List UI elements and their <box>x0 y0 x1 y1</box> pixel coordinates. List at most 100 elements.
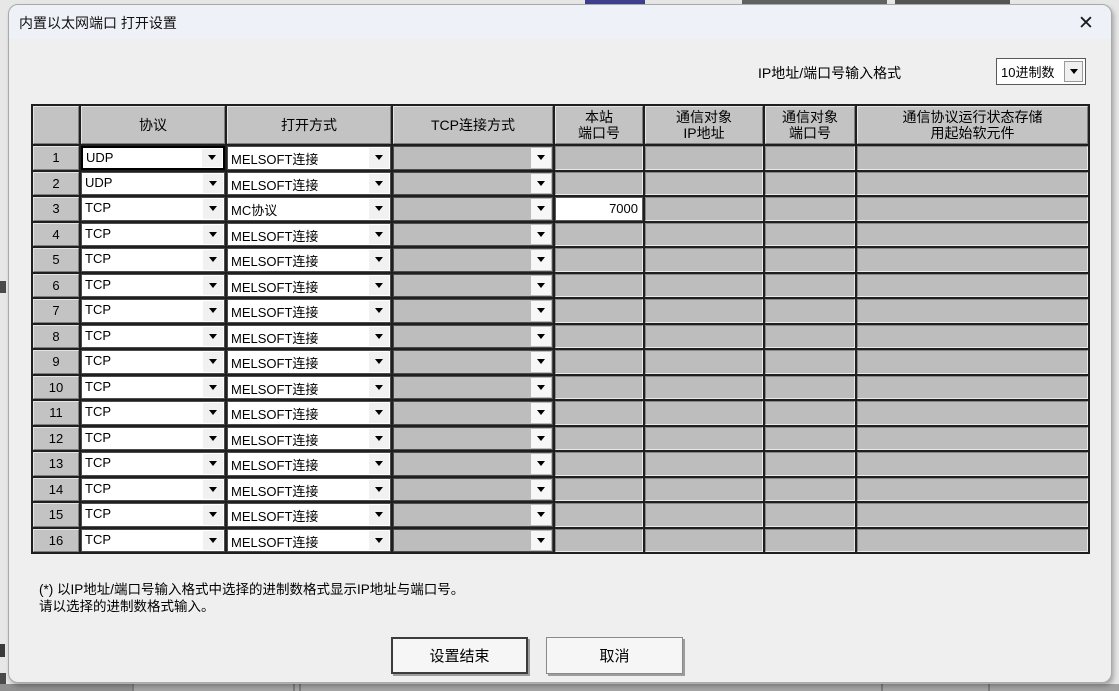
dropdown-arrow-icon <box>531 250 551 270</box>
tcp-mode-select-value <box>394 479 530 501</box>
row-number: 8 <box>33 324 79 348</box>
remote-ip-field <box>645 171 763 195</box>
close-icon[interactable]: ✕ <box>1073 10 1099 36</box>
open-method-select[interactable]: MELSOFT连接 <box>227 401 391 425</box>
remote-port-field <box>765 299 855 323</box>
protocol-select[interactable]: TCP <box>81 528 225 552</box>
header-local-port: 本站 端口号 <box>555 106 643 144</box>
ethernet-open-settings-dialog: 内置以太网端口 打开设置 ✕ IP地址/端口号输入格式 10进制数 协议 打开方… <box>8 4 1112 683</box>
row-number: 15 <box>33 503 79 527</box>
open-method-select[interactable]: MELSOFT连接 <box>227 375 391 399</box>
open-method-select[interactable]: MELSOFT连接 <box>227 324 391 348</box>
open-method-select[interactable]: MELSOFT连接 <box>227 503 391 527</box>
status-device-field <box>857 171 1088 195</box>
protocol-select[interactable]: TCP <box>81 299 225 323</box>
tcp-mode-select[interactable] <box>393 146 553 170</box>
dropdown-arrow-icon <box>203 199 223 219</box>
tcp-mode-select[interactable] <box>393 324 553 348</box>
arrow-glyph <box>209 537 217 543</box>
open-method-select[interactable]: MELSOFT连接 <box>227 477 391 501</box>
tcp-mode-select[interactable] <box>393 222 553 246</box>
local-port-field <box>555 222 643 246</box>
protocol-select[interactable]: TCP <box>81 222 225 246</box>
protocol-select[interactable]: UDP <box>81 146 225 170</box>
remote-port-field <box>765 197 855 221</box>
dropdown-arrow-icon <box>203 505 223 525</box>
local-port-field <box>555 171 643 195</box>
tcp-mode-select[interactable] <box>393 477 553 501</box>
local-port-field <box>555 401 643 425</box>
dropdown-arrow-icon <box>369 199 389 219</box>
open-method-select[interactable]: MELSOFT连接 <box>227 426 391 450</box>
tcp-mode-select-value <box>394 300 530 322</box>
protocol-select[interactable]: UDP <box>81 171 225 195</box>
open-method-select[interactable]: MELSOFT连接 <box>227 350 391 374</box>
protocol-select[interactable]: TCP <box>81 401 225 425</box>
finish-settings-button[interactable]: 设置结束 <box>391 637 528 674</box>
arrow-glyph <box>375 333 383 339</box>
remote-ip-field <box>645 299 763 323</box>
remote-port-field <box>765 503 855 527</box>
protocol-select[interactable]: TCP <box>81 477 225 501</box>
protocol-select[interactable]: TCP <box>81 375 225 399</box>
local-port-field <box>555 528 643 552</box>
arrow-glyph <box>537 282 545 288</box>
protocol-select[interactable]: TCP <box>81 452 225 476</box>
open-method-select[interactable]: MELSOFT连接 <box>227 273 391 297</box>
arrow-glyph <box>537 384 545 390</box>
input-format-select[interactable]: 10进制数 <box>996 58 1086 85</box>
row-number: 6 <box>33 273 79 297</box>
tcp-mode-select[interactable] <box>393 452 553 476</box>
row-number: 1 <box>33 146 79 170</box>
local-port-field <box>555 426 643 450</box>
background-statusbar <box>0 684 1119 691</box>
tcp-mode-select[interactable] <box>393 350 553 374</box>
open-method-select[interactable]: MELSOFT连接 <box>227 299 391 323</box>
local-port-field <box>555 350 643 374</box>
protocol-select[interactable]: TCP <box>81 426 225 450</box>
open-method-select[interactable]: MELSOFT连接 <box>227 528 391 552</box>
open-method-select-value: MELSOFT连接 <box>231 356 319 371</box>
header-remote-ip: 通信对象 IP地址 <box>645 106 763 144</box>
connection-settings-table: 协议 打开方式 TCP连接方式 本站 端口号 通信对象 IP地址 通信对象 端口… <box>31 104 1090 554</box>
open-method-select[interactable]: MELSOFT连接 <box>227 248 391 272</box>
cancel-button[interactable]: 取消 <box>546 637 683 674</box>
tcp-mode-select[interactable] <box>393 273 553 297</box>
protocol-select[interactable]: TCP <box>81 273 225 297</box>
protocol-select[interactable]: TCP <box>81 350 225 374</box>
protocol-select[interactable]: TCP <box>81 197 225 221</box>
protocol-select-value: UDP <box>85 174 113 190</box>
protocol-select[interactable]: TCP <box>81 503 225 527</box>
tcp-mode-select[interactable] <box>393 171 553 195</box>
tcp-mode-select[interactable] <box>393 503 553 527</box>
open-method-select[interactable]: MELSOFT连接 <box>227 146 391 170</box>
protocol-select[interactable]: TCP <box>81 324 225 348</box>
tcp-mode-select[interactable] <box>393 401 553 425</box>
remote-ip-field <box>645 146 763 170</box>
open-method-select[interactable]: MELSOFT连接 <box>227 222 391 246</box>
open-method-select-value: MELSOFT连接 <box>231 534 319 550</box>
tcp-mode-select[interactable] <box>393 426 553 450</box>
status-device-field <box>857 350 1088 374</box>
row-number: 5 <box>33 248 79 272</box>
dropdown-arrow-icon <box>369 173 389 193</box>
tcp-mode-select[interactable] <box>393 299 553 323</box>
tcp-mode-select[interactable] <box>393 375 553 399</box>
tcp-mode-select[interactable] <box>393 197 553 221</box>
input-format-value: 10进制数 <box>1001 65 1055 80</box>
protocol-select[interactable]: TCP <box>81 248 225 272</box>
open-method-select[interactable]: MC协议 <box>227 197 391 221</box>
arrow-glyph <box>375 512 383 518</box>
arrow-glyph <box>375 359 383 365</box>
tcp-mode-select[interactable] <box>393 528 553 552</box>
open-method-select-value: MELSOFT连接 <box>231 458 319 473</box>
tcp-mode-select[interactable] <box>393 248 553 272</box>
open-method-select[interactable]: MELSOFT连接 <box>227 452 391 476</box>
local-port-input[interactable]: 7000 <box>555 197 643 221</box>
dropdown-arrow-icon <box>531 148 551 168</box>
remote-port-field <box>765 426 855 450</box>
open-method-select[interactable]: MELSOFT连接 <box>227 171 391 195</box>
arrow-glyph <box>537 257 545 263</box>
open-method-select-value: MELSOFT连接 <box>231 483 319 499</box>
tcp-mode-select-value <box>394 530 530 552</box>
